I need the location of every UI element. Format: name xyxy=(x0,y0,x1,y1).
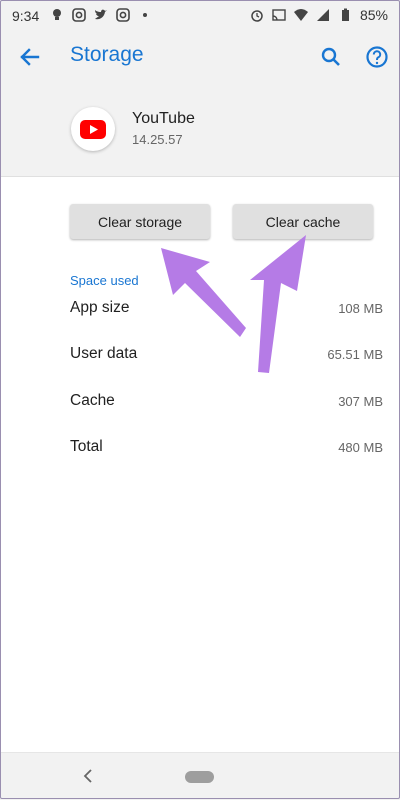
row-value: 65.51 MB xyxy=(327,347,383,362)
list-item-user-data: User data 65.51 MB xyxy=(70,345,383,367)
navigation-bar xyxy=(0,752,400,800)
signal-icon xyxy=(316,9,329,21)
app-bar: Storage xyxy=(0,30,400,86)
list-item-total: Total 480 MB xyxy=(70,438,383,460)
row-value: 480 MB xyxy=(338,440,383,455)
twitter-icon xyxy=(95,9,107,20)
nav-home-pill[interactable] xyxy=(185,771,214,783)
clear-cache-button[interactable]: Clear cache xyxy=(233,204,373,239)
help-icon[interactable] xyxy=(362,42,392,72)
status-bar: 9:34 85% xyxy=(0,0,400,30)
back-arrow-icon[interactable] xyxy=(14,42,44,72)
list-item-app-size: App size 108 MB xyxy=(70,299,383,321)
app-header: YouTube 14.25.57 xyxy=(0,86,400,177)
instagram-icon xyxy=(72,8,86,22)
search-icon[interactable] xyxy=(316,42,346,72)
row-label: App size xyxy=(70,299,130,316)
list-item-cache: Cache 307 MB xyxy=(70,392,383,414)
youtube-play-icon xyxy=(80,119,106,139)
battery-icon xyxy=(341,8,349,21)
clear-storage-button[interactable]: Clear storage xyxy=(70,204,210,239)
status-time: 9:34 xyxy=(12,8,40,24)
battery-percent: 85% xyxy=(359,7,388,23)
cast-icon xyxy=(272,9,286,21)
system-icons: 85% xyxy=(250,7,388,23)
bulb-icon xyxy=(53,9,61,20)
youtube-app-icon xyxy=(71,107,115,151)
dot-icon xyxy=(143,13,147,17)
alarm-icon xyxy=(251,10,263,22)
annotation-arrow-icon xyxy=(161,248,246,337)
space-used-heading: Space used xyxy=(70,273,139,288)
row-value: 307 MB xyxy=(338,394,383,409)
app-name: YouTube xyxy=(132,110,195,127)
row-label: Total xyxy=(70,438,103,455)
wifi-icon xyxy=(293,9,308,21)
row-label: Cache xyxy=(70,392,115,409)
row-value: 108 MB xyxy=(338,301,383,316)
page-title: Storage xyxy=(70,43,144,66)
app-version: 14.25.57 xyxy=(132,132,183,147)
nav-back-icon[interactable] xyxy=(80,767,96,785)
instagram-icon xyxy=(116,8,130,22)
notification-icons xyxy=(50,8,152,22)
row-label: User data xyxy=(70,345,138,362)
